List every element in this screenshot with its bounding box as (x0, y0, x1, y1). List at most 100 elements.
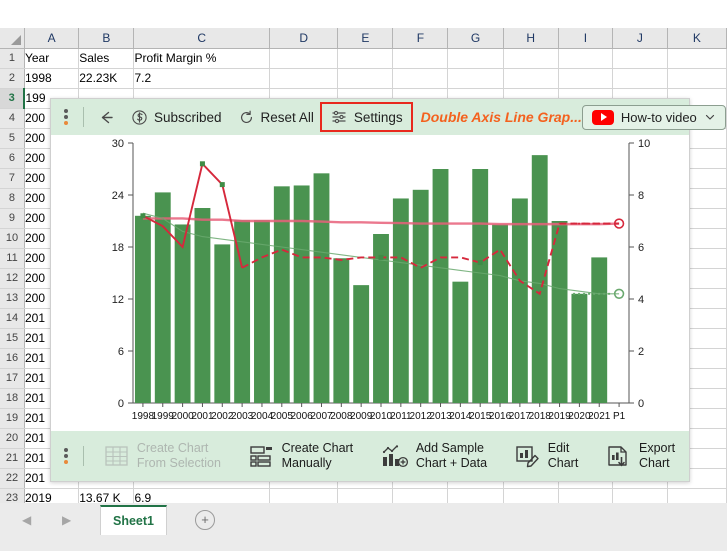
bar-2002[interactable] (214, 244, 231, 403)
row-header-18[interactable]: 18 (0, 388, 25, 409)
bar-2009[interactable] (353, 285, 370, 403)
bar-2014[interactable] (452, 281, 469, 403)
sheet-tab-sheet1[interactable]: Sheet1 (100, 505, 167, 535)
bar-1998[interactable] (134, 215, 151, 403)
bar-2012[interactable] (412, 189, 429, 403)
bar-2008[interactable] (333, 258, 350, 403)
cell-B1[interactable]: Sales (78, 48, 135, 69)
back-button[interactable] (90, 105, 123, 130)
cell-H1[interactable] (503, 48, 559, 69)
bar-2020[interactable] (571, 293, 588, 403)
row-header-14[interactable]: 14 (0, 308, 25, 329)
data-point-marker[interactable] (199, 161, 205, 167)
row-header-15[interactable]: 15 (0, 328, 25, 349)
row-header-11[interactable]: 11 (0, 248, 25, 269)
cell-D1[interactable] (269, 48, 339, 69)
row-header-4[interactable]: 4 (0, 108, 25, 129)
bar-2004[interactable] (254, 220, 270, 403)
cell-E2[interactable] (337, 68, 394, 89)
data-point-marker[interactable] (140, 213, 146, 219)
cell-F2[interactable] (392, 68, 449, 89)
bar-2017[interactable] (511, 198, 528, 403)
add-sheet-button[interactable]: + (195, 510, 215, 530)
cell-F1[interactable] (392, 48, 449, 69)
bar-2011[interactable] (392, 198, 409, 403)
row-header-9[interactable]: 9 (0, 208, 25, 229)
bar-2007[interactable] (313, 173, 330, 403)
data-point-marker[interactable] (477, 260, 483, 266)
sheet-nav-arrows[interactable]: ◀ ▶ (22, 513, 92, 533)
data-point-marker[interactable] (219, 182, 225, 188)
export-chart-button[interactable]: Export Chart (596, 439, 685, 473)
cell-K2[interactable] (667, 68, 727, 89)
bar-2015[interactable] (472, 169, 489, 403)
row-header-21[interactable]: 21 (0, 448, 25, 469)
column-header-d[interactable]: D (269, 28, 339, 49)
row-header-17[interactable]: 17 (0, 368, 25, 389)
row-header-5[interactable]: 5 (0, 128, 25, 149)
create-chart-manually-button[interactable]: Create Chart Manually (239, 439, 364, 473)
row-header-10[interactable]: 10 (0, 228, 25, 249)
select-all-corner[interactable] (0, 28, 25, 49)
more-options-icon-footer[interactable] (55, 438, 77, 474)
column-header-k[interactable]: K (667, 28, 727, 49)
cell-C1[interactable]: Profit Margin % (133, 48, 271, 69)
cell-H2[interactable] (503, 68, 559, 89)
cell-C2[interactable]: 7.2 (133, 68, 271, 89)
bar-2021[interactable] (591, 257, 608, 403)
bar-2013[interactable] (432, 169, 449, 403)
row-header-13[interactable]: 13 (0, 288, 25, 309)
edit-chart-button[interactable]: Edit Chart (505, 439, 589, 473)
table-row[interactable]: 2 1998 22.23K 7.2 (0, 68, 727, 89)
row-header-12[interactable]: 12 (0, 268, 25, 289)
cell-I1[interactable] (558, 48, 614, 69)
data-point-marker[interactable] (378, 254, 384, 260)
column-header-g[interactable]: G (447, 28, 504, 49)
next-sheet-icon[interactable]: ▶ (62, 513, 71, 527)
column-header-a[interactable]: A (24, 28, 80, 49)
bar-2016[interactable] (492, 224, 508, 403)
cell-D2[interactable] (269, 68, 339, 89)
more-options-icon[interactable] (55, 99, 77, 135)
cell-K1[interactable] (667, 48, 727, 69)
cell-A2[interactable]: 1998 (24, 68, 80, 89)
subscribed-button[interactable]: Subscribed (123, 105, 230, 130)
column-header-b[interactable]: B (78, 28, 135, 49)
how-to-video-button[interactable]: How-to video (581, 104, 726, 130)
row-header-3[interactable]: 3 (0, 88, 25, 109)
cell-B2[interactable]: 22.23K (78, 68, 135, 89)
row-header-7[interactable]: 7 (0, 168, 25, 189)
add-sample-chart-data-button[interactable]: Add Sample Chart + Data (371, 439, 497, 473)
row-header-16[interactable]: 16 (0, 348, 25, 369)
row-header-20[interactable]: 20 (0, 428, 25, 449)
row-header-6[interactable]: 6 (0, 148, 25, 169)
cell-G1[interactable] (447, 48, 504, 69)
column-header-h[interactable]: H (503, 28, 559, 49)
bar-2018[interactable] (531, 155, 548, 403)
table-row[interactable]: 1 Year Sales Profit Margin % (0, 48, 727, 69)
prev-sheet-icon[interactable]: ◀ (22, 513, 31, 527)
column-header-i[interactable]: I (558, 28, 614, 49)
row-header-1[interactable]: 1 (0, 48, 25, 69)
column-header-c[interactable]: C (133, 28, 271, 49)
bar-2006[interactable] (293, 185, 310, 403)
column-header-e[interactable]: E (337, 28, 394, 49)
bar-2005[interactable] (273, 186, 290, 403)
row-header-2[interactable]: 2 (0, 68, 25, 89)
column-header-j[interactable]: J (612, 28, 668, 49)
cell-I2[interactable] (558, 68, 614, 89)
chevron-down-icon[interactable] (704, 111, 716, 123)
cell-G2[interactable] (447, 68, 504, 89)
cell-J1[interactable] (612, 48, 668, 69)
cell-A1[interactable]: Year (24, 48, 80, 69)
reset-all-button[interactable]: Reset All (230, 105, 322, 130)
cell-E1[interactable] (337, 48, 394, 69)
chart-canvas[interactable]: 0 6 12 18 24 30 0 2 4 6 8 10 1998 1999 2000 2001 2002 200… (51, 135, 689, 433)
row-header-19[interactable]: 19 (0, 408, 25, 429)
column-header-f[interactable]: F (392, 28, 449, 49)
row-header-22[interactable]: 22 (0, 468, 25, 489)
row-header-8[interactable]: 8 (0, 188, 25, 209)
settings-button[interactable]: Settings (319, 102, 413, 132)
bar-2019[interactable] (551, 221, 568, 403)
bar-2000[interactable] (174, 224, 191, 403)
